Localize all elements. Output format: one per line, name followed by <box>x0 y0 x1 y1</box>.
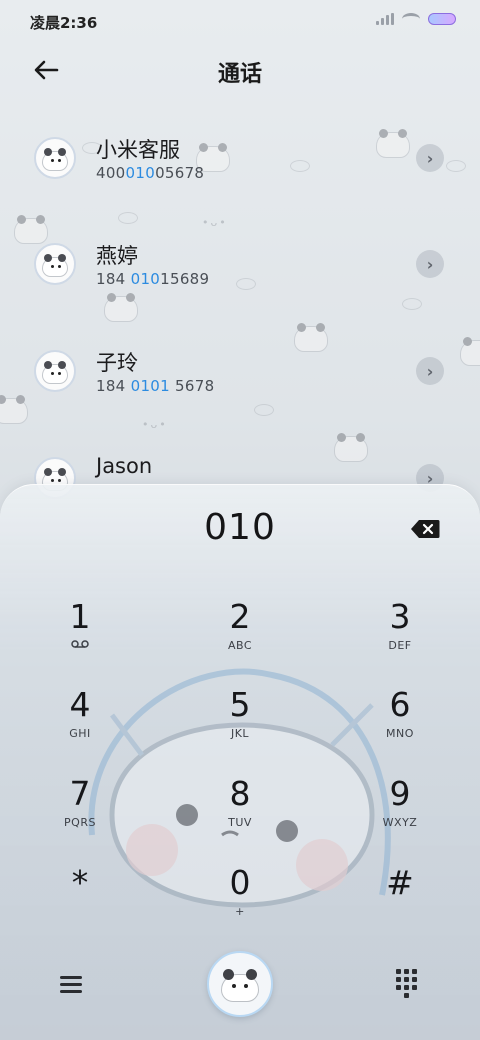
call-button[interactable] <box>207 951 273 1017</box>
call-icon <box>221 969 259 1002</box>
contact-row[interactable]: 子玲 184 0101 5678 › <box>0 339 480 419</box>
contact-name: 小米客服 <box>96 138 180 162</box>
dial-input-display[interactable]: 010 <box>0 507 480 548</box>
status-time: 凌晨2:36 <box>30 14 98 32</box>
key-7[interactable]: 7 PQRS <box>20 774 140 856</box>
chevron-right-icon: › <box>426 148 434 168</box>
page-title: 通话 <box>217 62 262 87</box>
status-bar: 凌晨2:36 <box>0 0 480 40</box>
battery-icon <box>428 13 456 25</box>
contact-name: 燕婷 <box>96 244 138 268</box>
contact-number: 40001005678 <box>96 164 205 182</box>
contact-number: 184 01015689 <box>96 270 210 288</box>
contact-name: Jason <box>96 454 153 478</box>
dialer-panel: 010 1 2 ABC 3 DEF 4 GHI 5 JKL 6 MNO 7 PQ… <box>0 484 480 1040</box>
key-9[interactable]: 9 WXYZ <box>340 774 460 856</box>
contact-name: 子玲 <box>96 351 138 375</box>
signal-icon <box>376 13 394 25</box>
contact-number: 184 0101 5678 <box>96 377 215 395</box>
status-icons <box>376 13 456 25</box>
key-star[interactable]: * <box>20 863 140 945</box>
key-5[interactable]: 5 JKL <box>180 685 300 767</box>
dialer-bottom-bar <box>0 951 480 1021</box>
contact-detail-button[interactable]: › <box>416 357 444 385</box>
key-hash[interactable]: # <box>340 863 460 945</box>
contact-row[interactable]: 燕婷 184 01015689 › <box>0 232 480 312</box>
key-2[interactable]: 2 ABC <box>180 597 300 679</box>
key-6[interactable]: 6 MNO <box>340 685 460 767</box>
menu-icon[interactable] <box>58 973 86 997</box>
key-1[interactable]: 1 <box>20 597 140 679</box>
chevron-right-icon: › <box>426 254 434 274</box>
voicemail-icon <box>20 639 140 652</box>
avatar <box>34 137 76 179</box>
key-3[interactable]: 3 DEF <box>340 597 460 679</box>
contact-detail-button[interactable]: › <box>416 144 444 172</box>
contact-detail-button[interactable]: › <box>416 250 444 278</box>
contact-row[interactable]: 小米客服 40001005678 › <box>0 126 480 206</box>
chevron-right-icon: › <box>426 361 434 381</box>
key-8[interactable]: 8 TUV <box>180 774 300 856</box>
backspace-icon[interactable] <box>410 519 440 539</box>
avatar <box>34 350 76 392</box>
keypad-icon[interactable] <box>396 969 418 998</box>
wifi-icon <box>402 13 420 25</box>
key-0[interactable]: 0 + <box>180 863 300 945</box>
key-4[interactable]: 4 GHI <box>20 685 140 767</box>
header: 通话 <box>0 44 480 96</box>
avatar <box>34 243 76 285</box>
